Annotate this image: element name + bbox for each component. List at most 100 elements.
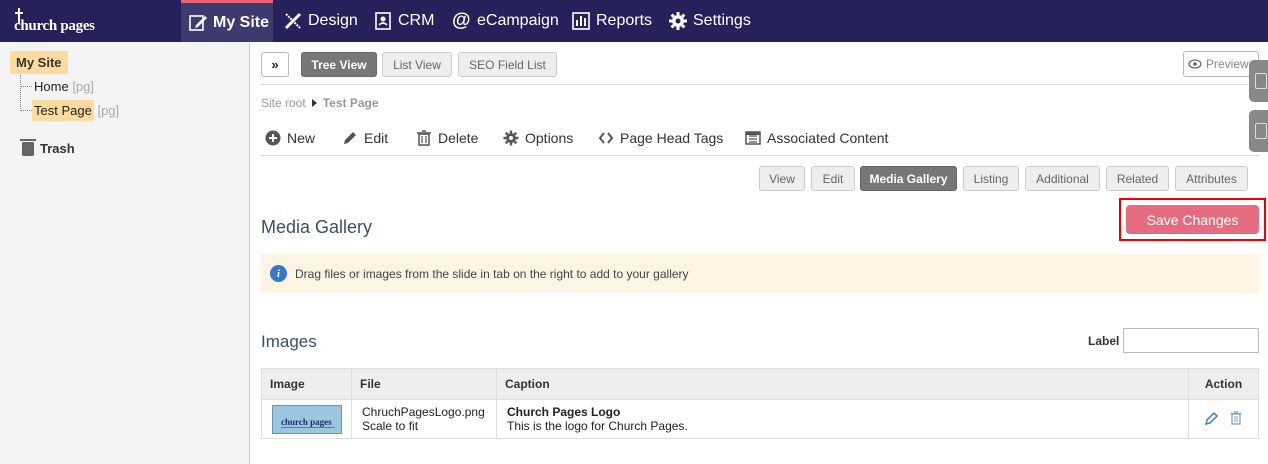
code-brackets-icon <box>598 132 614 144</box>
file-icon <box>1255 123 1267 139</box>
tab-listing[interactable]: Listing <box>963 166 1019 191</box>
tab-edit[interactable]: Edit <box>811 166 855 191</box>
tree-item-label: Test Page <box>32 100 94 121</box>
column-header-caption: Caption <box>496 368 1189 400</box>
page-type-tag: [pg] <box>97 103 120 118</box>
trash-label: Trash <box>40 141 75 156</box>
tree-item-test-page[interactable]: Test Page [pg] <box>32 100 120 121</box>
pencil-ruler-icon <box>284 12 302 30</box>
tab-attributes[interactable]: Attributes <box>1175 166 1248 191</box>
edit-action[interactable]: Edit <box>342 130 388 146</box>
tree-item-trash[interactable]: Trash <box>20 138 75 156</box>
divider <box>261 84 1259 85</box>
gear-icon <box>503 130 519 146</box>
page-head-tags-action[interactable]: Page Head Tags <box>598 130 723 146</box>
table-header-row: Image File Caption Action <box>261 368 1259 400</box>
caret-right-icon <box>311 99 317 107</box>
tree-connector <box>20 75 21 111</box>
tree-item-home[interactable]: Home [pg] <box>34 79 94 94</box>
trash-icon <box>1230 410 1242 425</box>
image-icon <box>1255 73 1267 89</box>
tree-connector <box>20 86 32 87</box>
caption-cell: Church Pages Logo This is the logo for C… <box>496 399 1189 439</box>
label-input[interactable] <box>1123 328 1259 353</box>
caption-title: Church Pages Logo <box>507 405 621 419</box>
tab-media-gallery[interactable]: Media Gallery <box>860 166 957 191</box>
plus-circle-icon <box>265 130 281 146</box>
action-cell <box>1188 399 1259 439</box>
breadcrumb-root[interactable]: Site root <box>261 96 306 110</box>
nav-label: My Site <box>213 13 270 31</box>
info-text: Drag files or images from the slide in t… <box>295 266 689 281</box>
action-label: Options <box>525 130 574 146</box>
nav-my-site[interactable]: My Site <box>181 0 273 42</box>
logo-text: church pages <box>14 18 95 34</box>
nav-crm[interactable]: CRM <box>373 0 434 42</box>
list-view-button[interactable]: List View <box>382 52 452 77</box>
site-tree-sidebar: My Site Home [pg] Test Page [pg] Trash <box>0 42 250 464</box>
trash-icon <box>20 138 36 156</box>
contacts-icon <box>375 12 391 30</box>
info-banner: i Drag files or images from the slide in… <box>261 254 1259 293</box>
trash-icon <box>417 130 431 146</box>
table-row: church pages ChruchPagesLogo.png Scale t… <box>261 399 1259 439</box>
image-thumbnail[interactable]: church pages <box>272 404 342 434</box>
column-header-file: File <box>351 368 497 400</box>
top-nav: church pages My Site Design CRM @ eCampa… <box>0 0 1268 42</box>
file-cell: ChruchPagesLogo.png Scale to fit <box>351 399 497 439</box>
bar-chart-icon <box>572 12 590 30</box>
breadcrumb-current: Test Page <box>322 96 379 110</box>
images-table: Image File Caption Action church pages C… <box>261 368 1259 439</box>
nav-label: eCampaign <box>477 12 559 29</box>
action-label: Page Head Tags <box>620 130 724 146</box>
preview-button[interactable]: Preview <box>1183 51 1259 77</box>
expand-sidebar-button[interactable]: » <box>261 52 289 77</box>
church-pages-logo[interactable]: church pages <box>14 6 114 36</box>
tree-root-my-site[interactable]: My Site <box>10 51 68 74</box>
info-icon: i <box>270 265 287 282</box>
images-title: Images <box>261 332 317 351</box>
gear-icon <box>669 12 687 30</box>
nav-label: Reports <box>596 12 653 29</box>
nav-design[interactable]: Design <box>283 0 358 42</box>
action-label: New <box>287 130 316 146</box>
delete-row-button[interactable] <box>1230 410 1242 428</box>
new-action[interactable]: New <box>265 130 315 146</box>
nav-ecampaign[interactable]: @ eCampaign <box>452 0 559 42</box>
action-label: Delete <box>438 130 479 146</box>
nav-reports[interactable]: Reports <box>571 0 652 42</box>
associated-content-action[interactable]: Associated Content <box>745 130 888 146</box>
action-label: Edit <box>364 130 389 146</box>
tab-view[interactable]: View <box>759 166 805 191</box>
preview-label: Preview <box>1206 57 1249 71</box>
tab-related[interactable]: Related <box>1106 166 1169 191</box>
file-scale: Scale to fit <box>362 419 419 433</box>
edit-row-button[interactable] <box>1204 411 1219 428</box>
nav-label: Design <box>308 12 358 29</box>
list-box-icon <box>745 131 761 145</box>
pencil-icon <box>1204 411 1218 425</box>
nav-settings[interactable]: Settings <box>668 0 751 42</box>
divider <box>261 155 1259 156</box>
column-header-action: Action <box>1188 368 1259 400</box>
slide-tab-files[interactable] <box>1249 110 1268 152</box>
section-title: Media Gallery <box>261 217 373 237</box>
at-icon: @ <box>452 10 471 31</box>
options-action[interactable]: Options <box>503 130 573 146</box>
tree-view-button[interactable]: Tree View <box>301 52 377 77</box>
seo-field-list-button[interactable]: SEO Field List <box>458 52 557 77</box>
tab-additional[interactable]: Additional <box>1025 166 1100 191</box>
eye-icon <box>1188 59 1202 69</box>
action-label: Associated Content <box>767 130 889 146</box>
file-name: ChruchPagesLogo.png <box>362 405 485 419</box>
slide-tab-media[interactable] <box>1249 60 1268 102</box>
page-type-tag: [pg] <box>72 79 94 94</box>
label-caption: Label <box>1088 334 1120 348</box>
thumbnail-rule <box>281 426 335 428</box>
tree-connector <box>20 110 32 111</box>
delete-action[interactable]: Delete <box>416 130 478 146</box>
pencil-icon <box>344 132 356 144</box>
nav-label: Settings <box>693 12 751 29</box>
breadcrumb: Site root Test Page <box>261 96 379 110</box>
save-changes-button[interactable]: Save Changes <box>1126 205 1259 234</box>
